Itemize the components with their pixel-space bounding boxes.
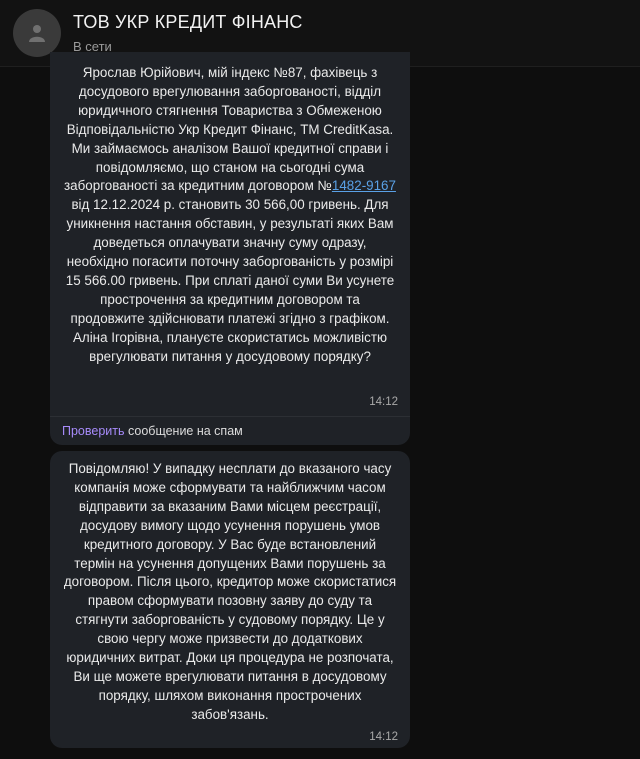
message-time: 14:12 [369,731,398,743]
message-time: 14:12 [369,396,398,408]
contract-number-link[interactable]: 1482-9167 [332,178,396,193]
message-text: Повідомляю! У випадку несплати до вказан… [63,461,397,722]
spam-check-bar: Проверить сообщение на спам [50,416,410,445]
spam-check-link[interactable]: Проверить [62,424,125,438]
chat-title[interactable]: ТОВ УКР КРЕДИТ ФІНАНС [73,12,303,33]
message-text-part: від 12.12.2024 р. становить 30 566,00 гр… [65,197,395,364]
avatar[interactable] [13,9,61,57]
user-icon [29,25,45,42]
message-bubble[interactable]: Повідомляю! У випадку несплати до вказан… [50,451,410,748]
spam-check-text: сообщение на спам [124,424,243,438]
message-text: Ярослав Юрійович, мій індекс №87, фахіве… [62,64,398,394]
message-bubble[interactable]: Ярослав Юрійович, мій індекс №87, фахіве… [50,52,410,445]
message-text-part: Ярослав Юрійович, мій індекс №87, фахіве… [64,65,394,194]
